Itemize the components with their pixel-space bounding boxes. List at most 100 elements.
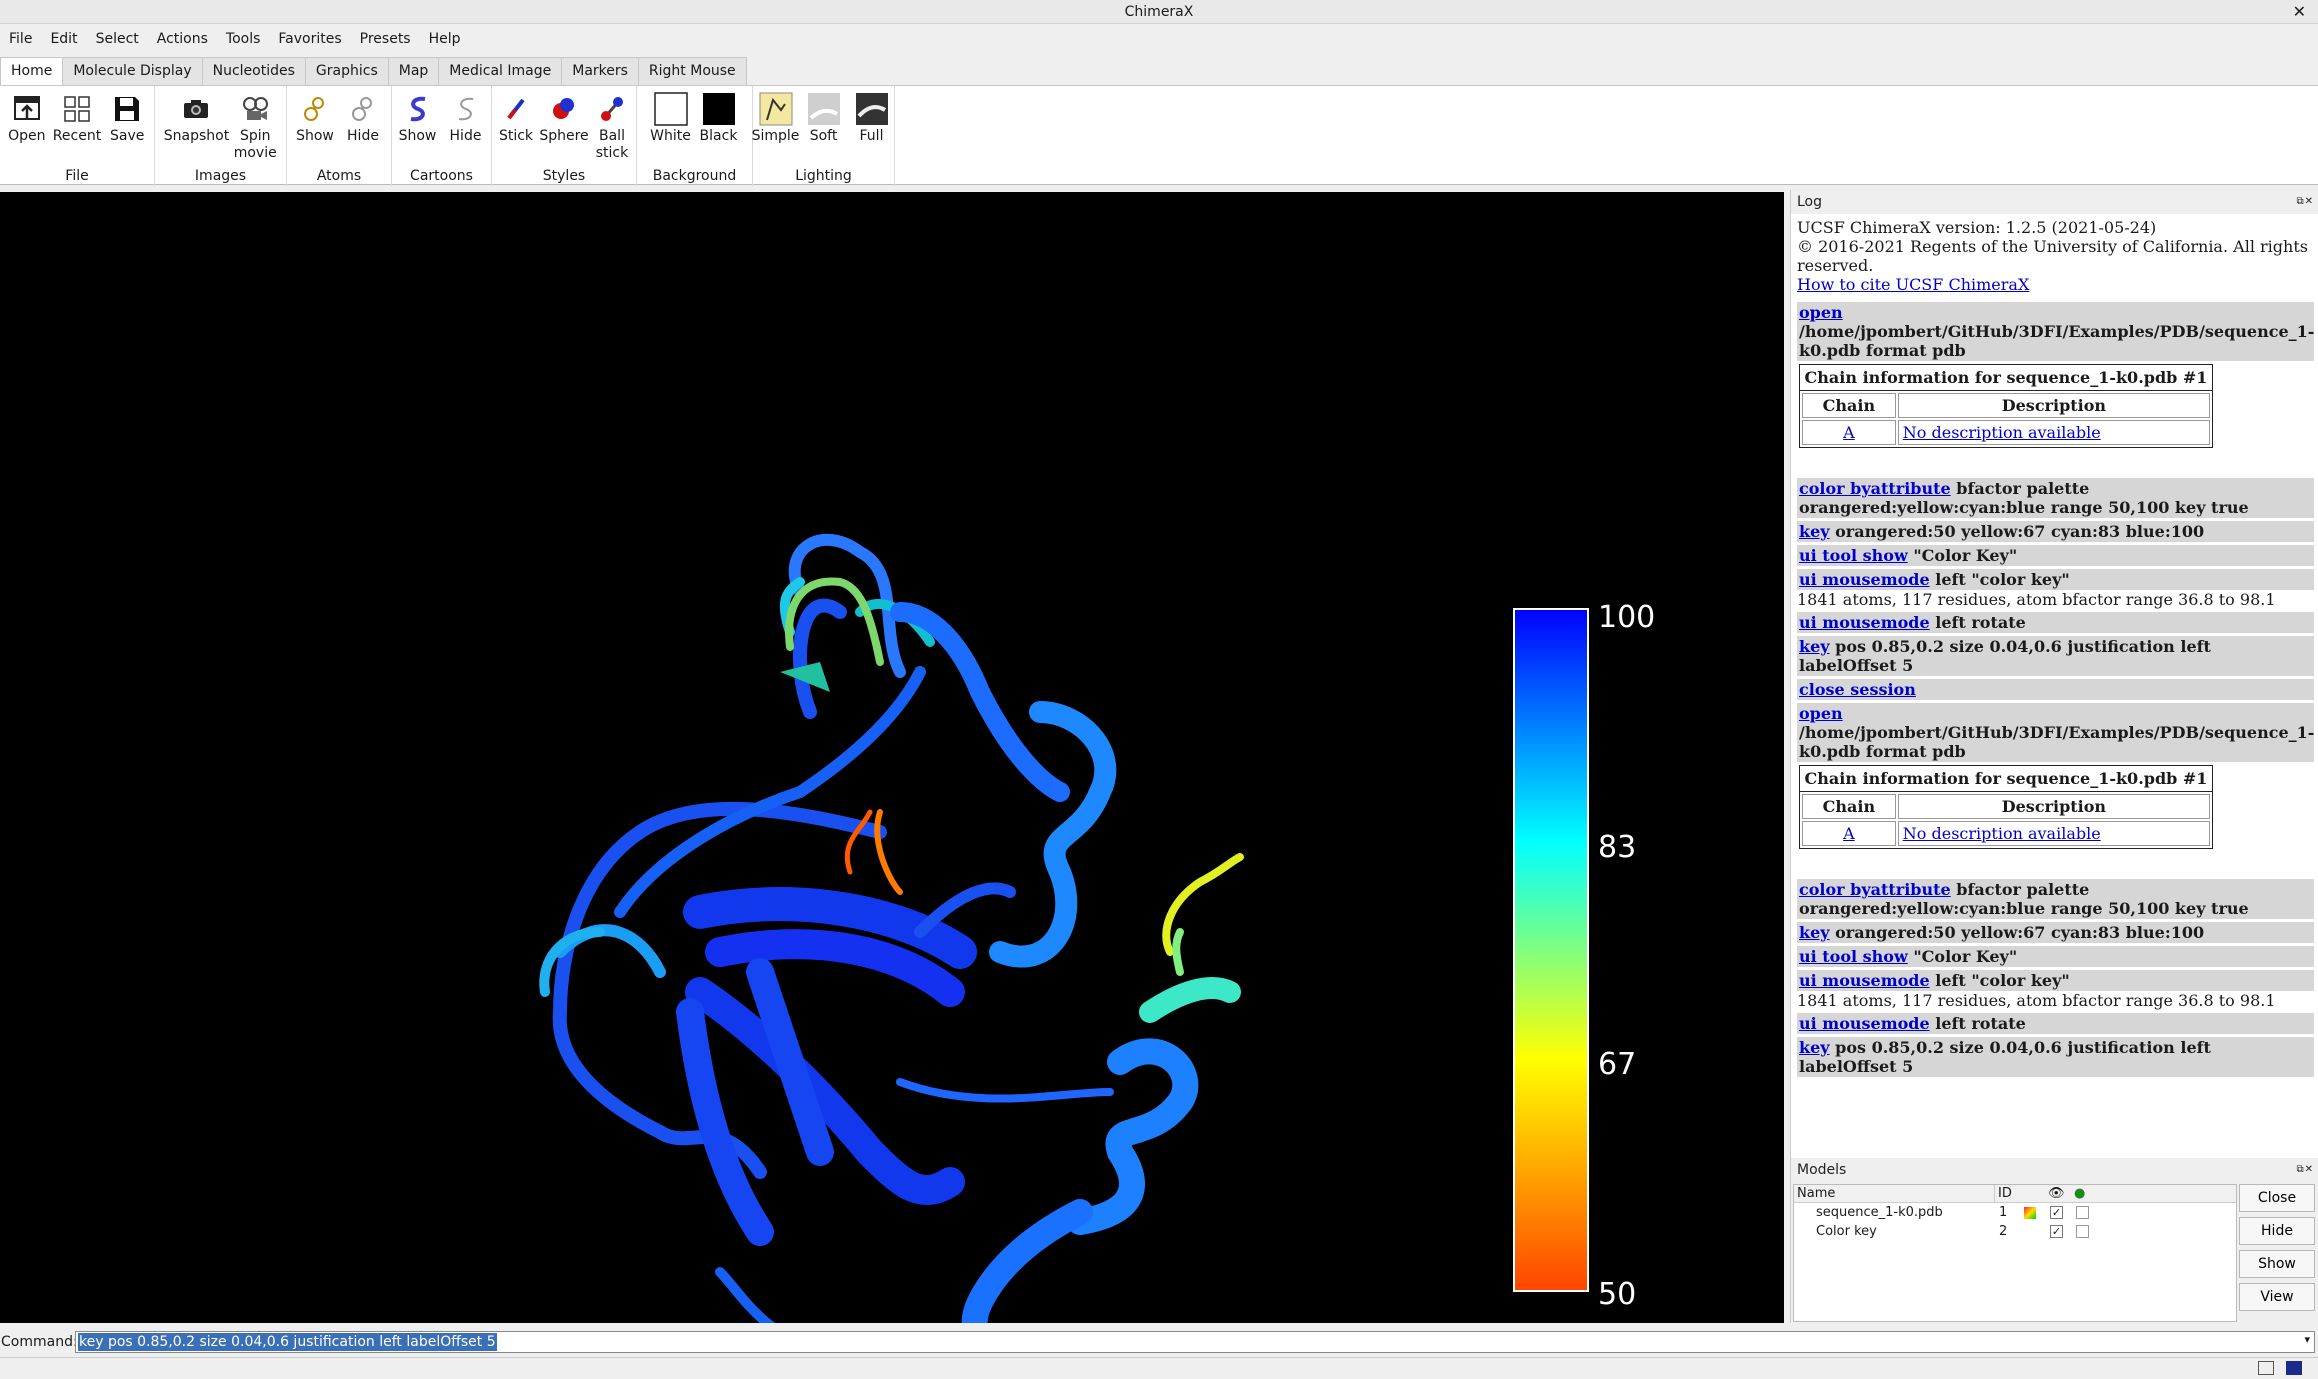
graphics-viewport[interactable]: 100 83 67 50 xyxy=(0,192,1784,1323)
log-entry-mousemode-colorkey: ui mousemode left "color key" xyxy=(1797,569,2314,590)
chain-a-link[interactable]: A xyxy=(1843,423,1855,442)
model-2-select-checkbox[interactable] xyxy=(2076,1225,2089,1238)
description-link-2[interactable]: No description available xyxy=(1903,824,2101,843)
cmd-link-ui-mousemode-rotate[interactable]: ui mousemode xyxy=(1799,613,1930,632)
cmd-link-open-2[interactable]: open xyxy=(1799,704,1843,723)
chevron-down-icon[interactable]: ▾ xyxy=(2304,1333,2310,1346)
log-atoms-info-2: 1841 atoms, 117 residues, atom bfactor r… xyxy=(1797,991,2276,1010)
tab-markers[interactable]: Markers xyxy=(561,57,639,85)
cmd-link-key[interactable]: key xyxy=(1799,522,1830,541)
menu-help[interactable]: Help xyxy=(420,27,470,53)
model-1-shown-checkbox[interactable]: ✓ xyxy=(2050,1206,2063,1219)
menu-actions[interactable]: Actions xyxy=(148,27,217,53)
lighting-full-button[interactable]: Full xyxy=(850,91,894,145)
cmd-link-close-session[interactable]: close session xyxy=(1799,680,1916,699)
log-content[interactable]: UCSF ChimeraX version: 1.2.5 (2021-05-24… xyxy=(1797,218,2314,1158)
group-atoms: Show Hide Atoms xyxy=(287,86,392,186)
cmd-link-key-pos[interactable]: key xyxy=(1799,637,1830,656)
cmd-link-open[interactable]: open xyxy=(1799,303,1843,322)
cmd-link-color-byattribute-2[interactable]: color byattribute xyxy=(1799,880,1951,899)
menu-file[interactable]: File xyxy=(0,27,41,53)
ball-stick-button[interactable]: Ball stick xyxy=(590,91,634,162)
shell-icon[interactable] xyxy=(2286,1361,2302,1375)
background-white-button[interactable]: White xyxy=(649,91,693,145)
group-label-cartoons: Cartoons xyxy=(410,168,473,184)
menu-edit[interactable]: Edit xyxy=(41,27,86,53)
command-input[interactable]: key pos 0.85,0.2 size 0.04,0.6 justifica… xyxy=(75,1331,2315,1353)
open-button[interactable]: Open xyxy=(5,91,49,145)
command-label: Command: xyxy=(1,1334,78,1350)
log-atoms-info: 1841 atoms, 117 residues, atom bfactor r… xyxy=(1797,590,2276,609)
snapshot-button[interactable]: Snapshot xyxy=(164,91,229,162)
hide-model-button[interactable]: Hide xyxy=(2239,1217,2315,1245)
molecule-view: 100 83 67 50 xyxy=(539,533,1655,1323)
lighting-soft-button[interactable]: Soft xyxy=(802,91,846,145)
log-version: UCSF ChimeraX version: 1.2.5 (2021-05-24… xyxy=(1797,218,2157,237)
cmd-link-key-2[interactable]: key xyxy=(1799,923,1830,942)
save-button[interactable]: Save xyxy=(105,91,149,145)
model-2-shown-checkbox[interactable]: ✓ xyxy=(2050,1225,2063,1238)
menu-tools[interactable]: Tools xyxy=(217,27,270,53)
model-row-2[interactable]: Color key 2 ✓ xyxy=(1794,1223,2236,1241)
tab-right-mouse[interactable]: Right Mouse xyxy=(637,57,747,85)
description-link[interactable]: No description available xyxy=(1903,423,2101,442)
log-entry-mousemode-rotate: ui mousemode left rotate xyxy=(1797,612,2314,633)
log-panel-float-close-icons[interactable]: ⧉✕ xyxy=(2296,190,2314,214)
tab-graphics[interactable]: Graphics xyxy=(304,57,389,85)
log-entry-key-pos: key pos 0.85,0.2 size 0.04,0.6 justifica… xyxy=(1797,636,2314,676)
model-row-1[interactable]: sequence_1-k0.pdb 1 ✓ xyxy=(1794,1204,2236,1222)
cartoon-show-button[interactable]: Show xyxy=(396,91,440,145)
color-key[interactable]: 100 83 67 50 xyxy=(1513,600,1655,1312)
menu-favorites[interactable]: Favorites xyxy=(269,27,350,53)
models-panel-float-close-icons[interactable]: ⧉✕ xyxy=(2296,1158,2314,1182)
log-entry-color-byattribute: color byattribute bfactor palette orange… xyxy=(1797,478,2314,518)
model-1-color-swatch[interactable] xyxy=(2024,1207,2036,1219)
cmd-link-ui-mousemode-rotate-2[interactable]: ui mousemode xyxy=(1799,1014,1930,1033)
cmd-link-ui-mousemode[interactable]: ui mousemode xyxy=(1799,570,1930,589)
tab-map[interactable]: Map xyxy=(387,57,440,85)
model-1-select-checkbox[interactable] xyxy=(2076,1206,2089,1219)
group-label-atoms: Atoms xyxy=(316,168,362,184)
tab-home[interactable]: Home xyxy=(0,57,64,85)
log-entry-ui-tool-show: ui tool show "Color Key" xyxy=(1797,545,2314,566)
window-close-button[interactable]: ✕ xyxy=(2293,0,2306,24)
group-background: White Black Background xyxy=(637,86,753,186)
menu-presets[interactable]: Presets xyxy=(351,27,420,53)
log-entry-mousemode-rotate-2: ui mousemode left rotate xyxy=(1797,1013,2314,1034)
models-table[interactable]: Name ID 👁 ● sequence_1-k0.pdb 1 ✓ Color … xyxy=(1793,1184,2237,1322)
chain-a-link-2[interactable]: A xyxy=(1843,824,1855,843)
stick-button[interactable]: Stick xyxy=(494,91,538,162)
save-icon xyxy=(109,91,145,127)
spin-movie-button[interactable]: Spin movie xyxy=(233,91,277,162)
tab-nucleotides[interactable]: Nucleotides xyxy=(201,57,306,85)
tab-medical-image[interactable]: Medical Image xyxy=(438,57,563,85)
log-panel: Log ⧉✕ UCSF ChimeraX version: 1.2.5 (202… xyxy=(1790,190,2318,1158)
cartoon-hide-button[interactable]: Hide xyxy=(444,91,488,145)
cartoon-show-icon xyxy=(400,91,436,127)
show-model-button[interactable]: Show xyxy=(2239,1250,2315,1278)
background-black-button[interactable]: Black xyxy=(697,91,741,145)
models-buttons: Close Hide Show View xyxy=(2239,1184,2315,1316)
tab-molecule-display[interactable]: Molecule Display xyxy=(62,57,203,85)
atoms-show-button[interactable]: Show xyxy=(293,91,337,145)
view-model-button[interactable]: View xyxy=(2239,1283,2315,1311)
recent-button[interactable]: Recent xyxy=(53,91,101,145)
cmd-link-key-pos-2[interactable]: key xyxy=(1799,1038,1830,1057)
command-text: key pos 0.85,0.2 size 0.04,0.6 justifica… xyxy=(78,1333,497,1351)
close-model-button[interactable]: Close xyxy=(2239,1184,2315,1212)
cmd-link-ui-tool-show-2[interactable]: ui tool show xyxy=(1799,947,1908,966)
group-file: Open Recent Save File xyxy=(0,86,155,186)
lighting-simple-button[interactable]: Simple xyxy=(752,91,799,145)
menu-select[interactable]: Select xyxy=(87,27,148,53)
atoms-hide-button[interactable]: Hide xyxy=(341,91,385,145)
fullscreen-toggle-icon[interactable] xyxy=(2258,1361,2274,1375)
log-copyright: © 2016-2021 Regents of the University of… xyxy=(1797,237,2308,275)
cmd-link-ui-mousemode-2[interactable]: ui mousemode xyxy=(1799,971,1930,990)
cmd-link-ui-tool-show[interactable]: ui tool show xyxy=(1799,546,1908,565)
white-swatch-icon xyxy=(653,91,689,127)
group-lighting: Simple Soft Full Lighting xyxy=(752,86,895,186)
cmd-link-color-byattribute[interactable]: color byattribute xyxy=(1799,479,1951,498)
select-dot-icon: ● xyxy=(2074,1186,2086,1201)
cite-link[interactable]: How to cite UCSF ChimeraX xyxy=(1797,275,2314,294)
sphere-button[interactable]: Sphere xyxy=(539,91,589,162)
